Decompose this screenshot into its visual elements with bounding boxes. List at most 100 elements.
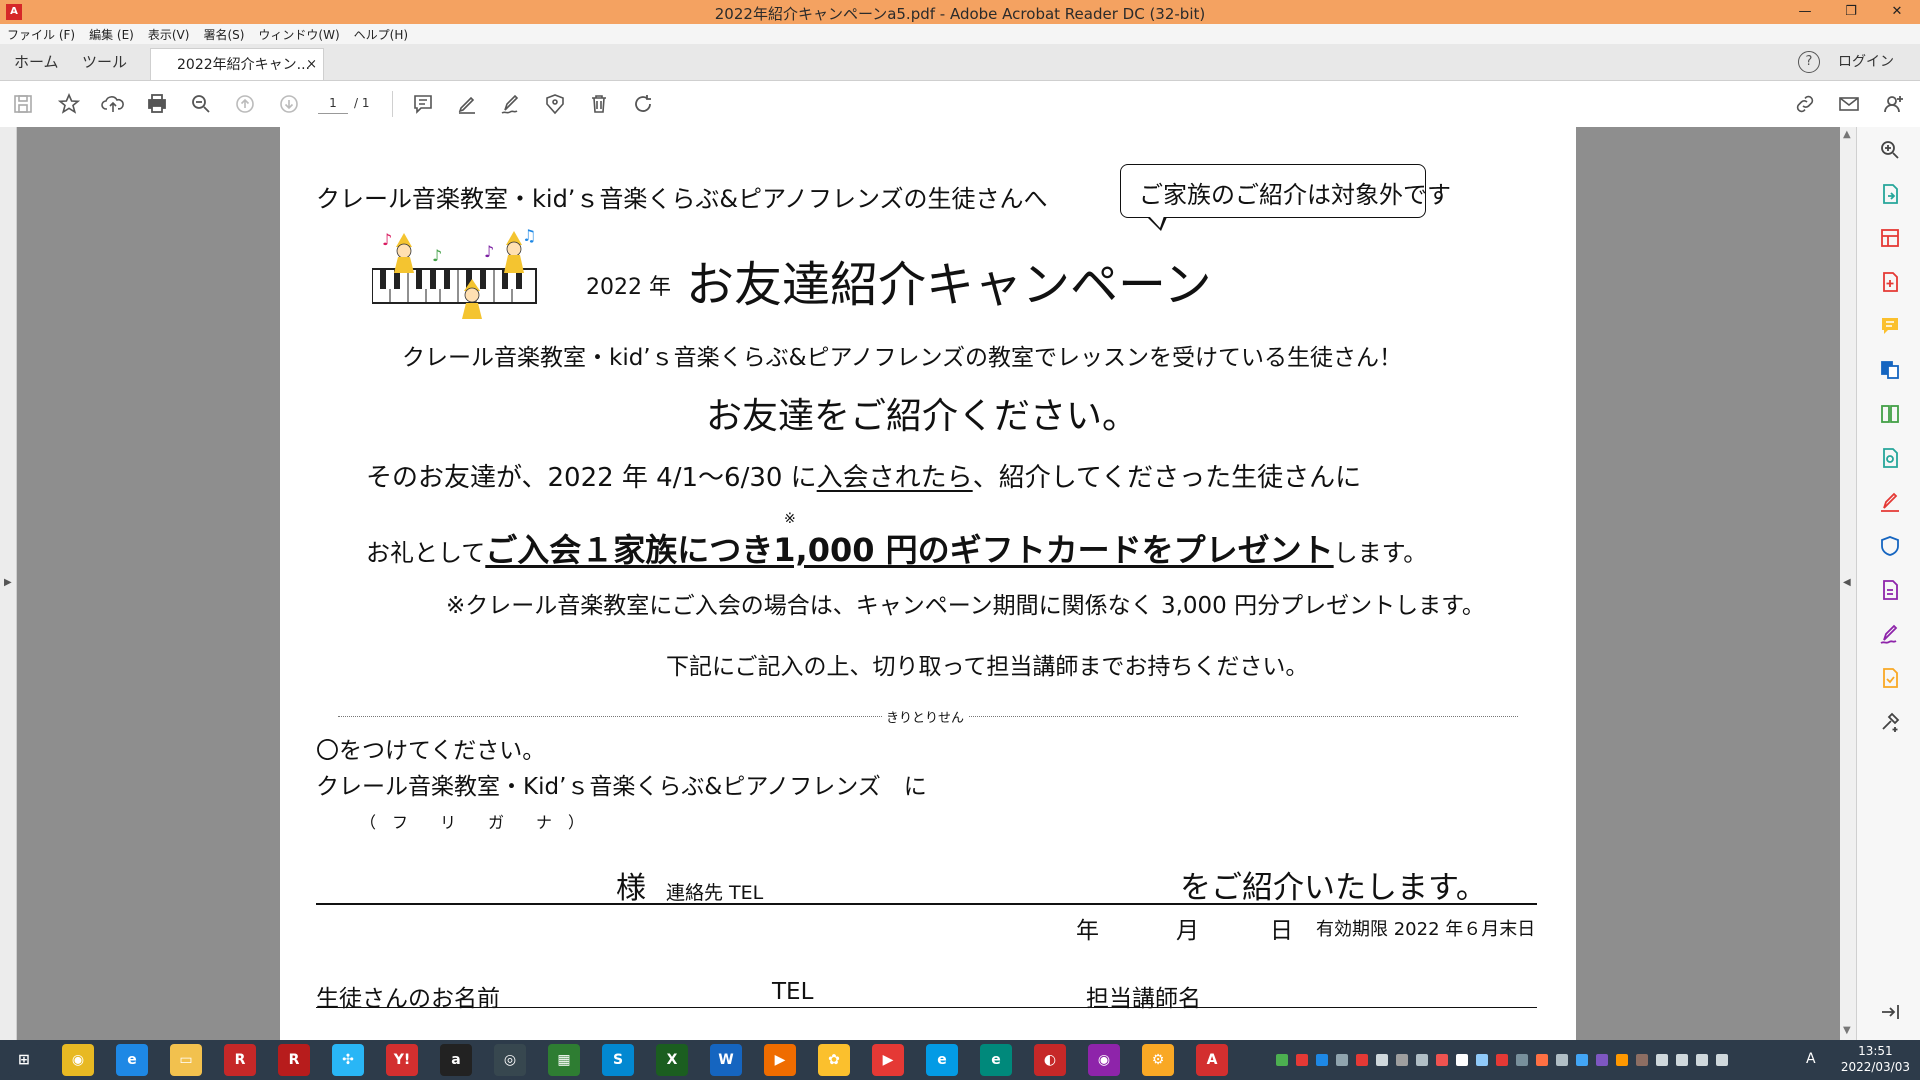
protect-shield-icon[interactable] xyxy=(1877,533,1903,559)
expand-left-panel-icon[interactable]: ▶ xyxy=(4,577,12,588)
tray-cloud-icon[interactable] xyxy=(1456,1054,1468,1066)
rakuten-round-icon[interactable]: R xyxy=(278,1044,310,1076)
menu-view[interactable]: 表示(V) xyxy=(141,26,197,43)
tray-security-icon[interactable] xyxy=(1296,1054,1308,1066)
chrome-profile-icon[interactable]: ◉ xyxy=(1088,1044,1120,1076)
ime-indicator[interactable]: A xyxy=(1806,1051,1816,1067)
tray-bluetooth-icon[interactable] xyxy=(1336,1054,1348,1066)
word-icon[interactable]: W xyxy=(710,1044,742,1076)
chrome-icon[interactable]: ◉ xyxy=(62,1044,94,1076)
comment-tool-icon[interactable] xyxy=(1877,313,1903,339)
organize-pages-icon[interactable] xyxy=(1877,401,1903,427)
previous-page-icon[interactable] xyxy=(232,91,258,117)
save-icon[interactable] xyxy=(10,91,36,117)
tab-tools[interactable]: ツール xyxy=(82,44,127,80)
print-icon[interactable] xyxy=(144,91,170,117)
edit-pdf-icon[interactable] xyxy=(1877,225,1903,251)
tray-app-orange-icon[interactable] xyxy=(1616,1054,1628,1066)
tab-document[interactable]: 2022年紹介キャン... × xyxy=(150,48,324,80)
account-add-icon[interactable] xyxy=(1880,91,1906,117)
tray-storage-icon[interactable] xyxy=(1536,1054,1548,1066)
menu-edit[interactable]: 編集 (E) xyxy=(82,26,141,43)
restore-button[interactable]: ❐ xyxy=(1828,0,1874,24)
internet-explorer-icon[interactable]: e xyxy=(116,1044,148,1076)
skype-icon[interactable]: S xyxy=(602,1044,634,1076)
tray-mouse-icon[interactable] xyxy=(1396,1054,1408,1066)
tray-mail-icon[interactable] xyxy=(1496,1054,1508,1066)
yahoo-icon[interactable]: Y! xyxy=(386,1044,418,1076)
comment-icon[interactable] xyxy=(410,91,436,117)
propeller-app-icon[interactable]: ✣ xyxy=(332,1044,364,1076)
tray-app-icon[interactable] xyxy=(1276,1054,1288,1066)
bookmark-star-icon[interactable] xyxy=(56,91,82,117)
menu-file[interactable]: ファイル (F) xyxy=(0,26,82,43)
close-tab-icon[interactable]: × xyxy=(306,49,317,81)
tray-alert-icon[interactable] xyxy=(1356,1054,1368,1066)
menu-help[interactable]: ヘルプ(H) xyxy=(347,26,415,43)
spreadsheet-icon[interactable]: ▦ xyxy=(548,1044,580,1076)
next-page-icon[interactable] xyxy=(276,91,302,117)
tray-update-icon[interactable] xyxy=(1316,1054,1328,1066)
tray-wifi-icon[interactable] xyxy=(1656,1054,1668,1066)
windows-start-icon[interactable]: ⊞ xyxy=(8,1044,40,1076)
tray-speaker-icon[interactable] xyxy=(1676,1054,1688,1066)
combine-files-icon[interactable] xyxy=(1877,357,1903,383)
tray-network-icon[interactable] xyxy=(1416,1054,1428,1066)
menu-sign[interactable]: 署名(S) xyxy=(196,26,251,43)
draw-signature-icon[interactable] xyxy=(498,91,524,117)
minimize-button[interactable]: — xyxy=(1782,0,1828,24)
settings-app-icon[interactable]: ⚙ xyxy=(1142,1044,1174,1076)
send-for-review-icon[interactable] xyxy=(1877,665,1903,691)
highlight-pen-icon[interactable] xyxy=(454,91,480,117)
close-window-button[interactable]: ✕ xyxy=(1874,0,1920,24)
edge-icon[interactable]: e xyxy=(980,1044,1012,1076)
zoom-out-icon[interactable] xyxy=(188,91,214,117)
rakuten-r-icon[interactable]: R xyxy=(224,1044,256,1076)
more-tools-icon[interactable] xyxy=(1877,709,1903,735)
email-icon[interactable] xyxy=(1836,91,1862,117)
tray-keyboard-icon[interactable] xyxy=(1556,1054,1568,1066)
scan-ocr-icon[interactable] xyxy=(1877,445,1903,471)
amazon-icon[interactable]: a xyxy=(440,1044,472,1076)
eye-app-icon[interactable]: ◎ xyxy=(494,1044,526,1076)
media-player-icon[interactable]: ▶ xyxy=(764,1044,796,1076)
tray-power-icon[interactable] xyxy=(1716,1054,1728,1066)
photo-app-icon[interactable]: ✿ xyxy=(818,1044,850,1076)
create-pdf-icon[interactable] xyxy=(1877,269,1903,295)
youtube-icon[interactable]: ▶ xyxy=(872,1044,904,1076)
scroll-up-arrow-icon[interactable]: ▲ xyxy=(1843,129,1851,140)
vertical-scrollbar[interactable]: ▲ ◀ ▼ xyxy=(1840,127,1856,1040)
login-button[interactable]: ログイン xyxy=(1838,44,1894,80)
request-signature-icon[interactable] xyxy=(1877,621,1903,647)
tray-battery-icon[interactable] xyxy=(1696,1054,1708,1066)
delete-trash-icon[interactable] xyxy=(586,91,612,117)
tray-volume-icon[interactable] xyxy=(1376,1054,1388,1066)
prepare-form-icon[interactable] xyxy=(1877,577,1903,603)
file-explorer-icon[interactable]: ▭ xyxy=(170,1044,202,1076)
tray-app-purple-icon[interactable] xyxy=(1596,1054,1608,1066)
export-pdf-icon[interactable] xyxy=(1877,181,1903,207)
tray-app-brown-icon[interactable] xyxy=(1636,1054,1648,1066)
fill-sign-icon[interactable] xyxy=(1877,489,1903,515)
tab-home[interactable]: ホーム xyxy=(14,44,59,80)
collapse-tools-panel-icon[interactable] xyxy=(1877,999,1903,1025)
share-link-icon[interactable] xyxy=(1792,91,1818,117)
excel-icon[interactable]: X xyxy=(656,1044,688,1076)
page-number-input[interactable]: 1 xyxy=(318,93,348,114)
rotate-icon[interactable] xyxy=(630,91,656,117)
tray-display-icon[interactable] xyxy=(1476,1054,1488,1066)
antivirus-icon[interactable]: ◐ xyxy=(1034,1044,1066,1076)
cloud-upload-icon[interactable] xyxy=(100,91,126,117)
tray-sync-icon[interactable] xyxy=(1516,1054,1528,1066)
edge-legacy-icon[interactable]: e xyxy=(926,1044,958,1076)
help-icon[interactable]: ? xyxy=(1798,51,1820,73)
taskbar-clock[interactable]: 13:51 2022/03/03 xyxy=(1841,1043,1910,1075)
stamp-icon[interactable] xyxy=(542,91,568,117)
acrobat-icon[interactable]: A xyxy=(1196,1044,1228,1076)
left-panel-strip[interactable]: ▶ xyxy=(0,127,17,1040)
tray-app-red-icon[interactable] xyxy=(1436,1054,1448,1066)
zoom-search-icon[interactable] xyxy=(1877,137,1903,163)
collapse-right-panel-icon[interactable]: ◀ xyxy=(1843,577,1851,588)
tray-people-icon[interactable] xyxy=(1576,1054,1588,1066)
scroll-down-arrow-icon[interactable]: ▼ xyxy=(1843,1025,1851,1036)
